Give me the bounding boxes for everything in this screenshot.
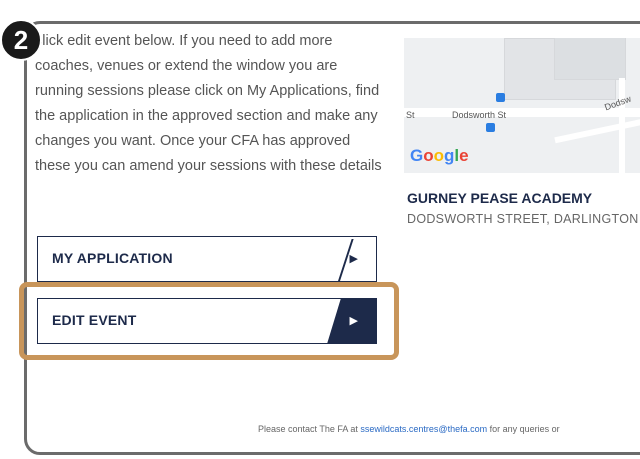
venue-address: DODSWORTH STREET, DARLINGTON — [407, 212, 639, 226]
contact-email-link[interactable]: ssewildcats.centres@thefa.com — [360, 424, 487, 434]
street-label-left: St — [406, 110, 415, 120]
footer-prefix: Please contact The FA at — [258, 424, 361, 434]
map-building — [554, 38, 626, 80]
venue-name: GURNEY PEASE ACADEMY — [407, 190, 593, 206]
my-application-button[interactable]: MY APPLICATION ▶ — [37, 236, 377, 282]
map-road — [554, 118, 640, 144]
venue-map[interactable]: St Dodsworth St Dodsw Google — [404, 38, 640, 173]
street-label-dodsworth: Dodsworth St — [452, 110, 507, 120]
chevron-right-icon: ▶ — [349, 253, 358, 265]
bus-stop-icon — [486, 123, 495, 132]
google-logo: Google — [410, 146, 469, 165]
instructions-text: click edit event below. If you need to a… — [35, 33, 382, 174]
step-number-badge: 2 — [0, 19, 42, 61]
footer-suffix: for any queries or — [487, 424, 560, 434]
footer-contact: Please contact The FA at ssewildcats.cen… — [258, 424, 560, 434]
highlight-box — [19, 282, 399, 360]
bus-stop-icon — [496, 93, 505, 102]
map-road — [619, 78, 625, 173]
my-application-label: MY APPLICATION — [52, 250, 173, 266]
